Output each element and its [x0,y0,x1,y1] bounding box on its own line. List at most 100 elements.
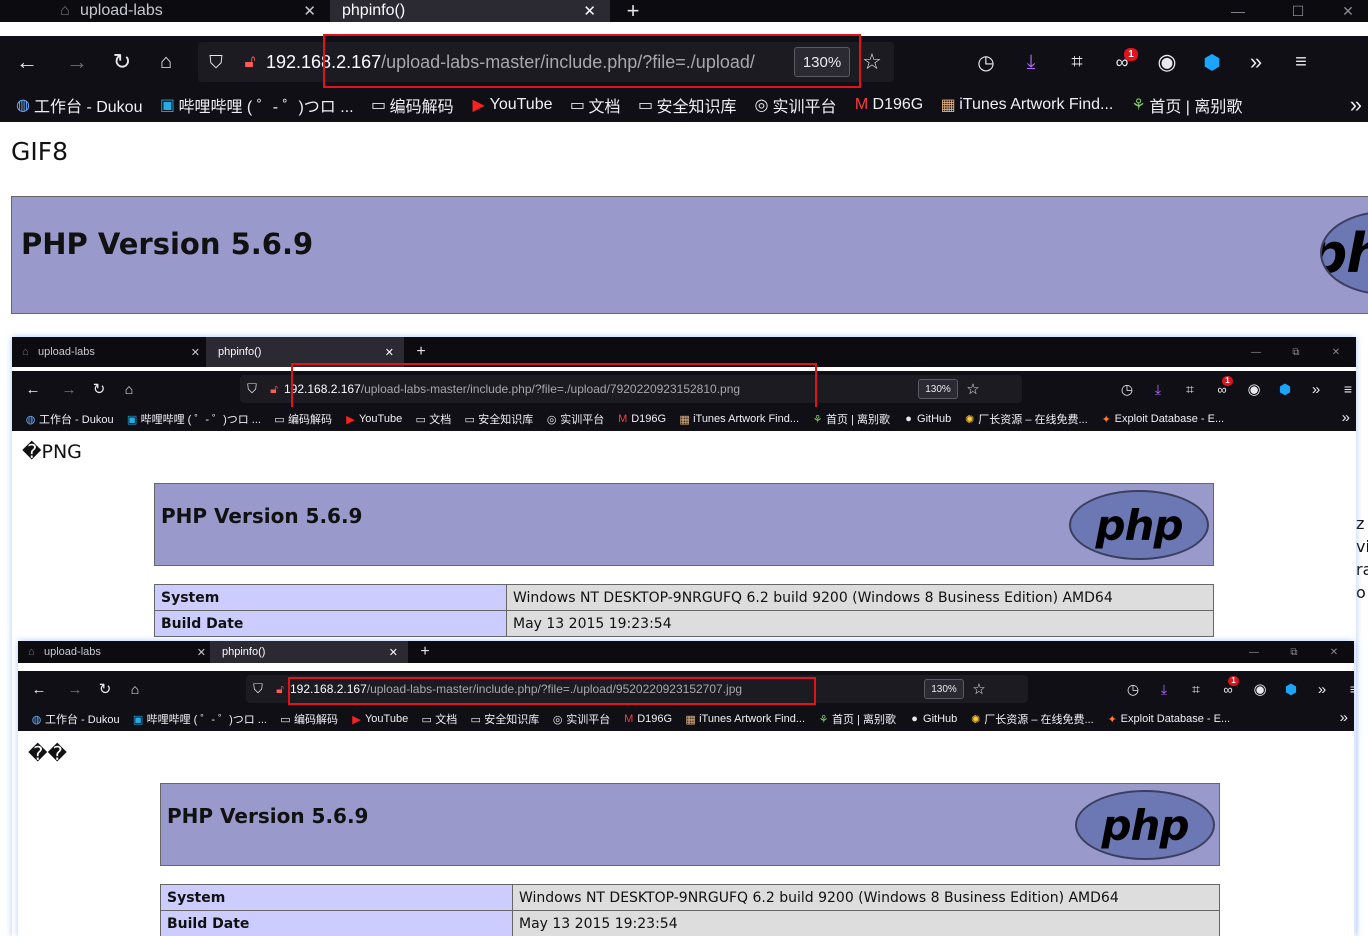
overflow-chevron-icon[interactable]: » [1306,681,1338,698]
crop-icon[interactable]: ⌗ [1180,681,1212,698]
new-tab-button[interactable]: + [610,0,656,23]
close-window-button[interactable]: ✕ [1316,337,1356,367]
back-icon[interactable]: ← [18,681,60,698]
extension-icon[interactable]: ∞ 1 [1206,375,1238,397]
reload-icon[interactable]: ↻ [100,49,144,75]
bookmark-item[interactable]: ▦ iTunes Artwork Find... [682,713,805,726]
new-tab-button[interactable]: + [408,641,442,663]
maximize-button[interactable]: ⧉ [1276,337,1316,367]
bookmark-item[interactable]: ▦ iTunes Artwork Find... [937,95,1114,115]
home-icon[interactable]: ⌂ [114,381,144,397]
bookmark-item[interactable]: ✦ Exploit Database - E... [1098,413,1225,426]
bookmark-item[interactable]: ✺ 厂长资源 – 在线免费... [967,711,1094,727]
bookmark-star-icon[interactable]: ☆ [964,680,994,698]
insecure-lock-icon[interactable]: 🔓︎ [264,382,284,397]
crop-icon[interactable]: ⌗ [1174,381,1206,398]
bookmark-item[interactable]: ▭ 文档 [566,93,621,117]
crop-icon[interactable]: ⌗ [1054,51,1100,74]
home-icon[interactable]: ⌂ [120,681,150,697]
bookmark-item[interactable]: ▣ 哔哩哔哩 ( ゜- ゜)つロ ... [156,93,354,117]
tab-upload-labs[interactable]: ⌂ upload-labs ✕ [12,337,206,367]
extension-icon[interactable]: ∞ 1 [1212,675,1244,697]
tab-close-icon[interactable]: ✕ [303,2,316,20]
bookmark-item[interactable]: ⚘ 首页 | 离别歌 [815,711,896,727]
bookmark-item[interactable]: ✺ 厂长资源 – 在线免费... [961,411,1088,427]
bookmark-item[interactable]: M D196G [614,413,666,425]
tab-close-icon[interactable]: ✕ [197,646,206,659]
bookmark-item[interactable]: ▭ 文档 [412,411,452,427]
download-icon[interactable]: ⤓ [1008,51,1054,74]
hex-extension-icon[interactable]: ⬢ [1190,50,1234,75]
back-icon[interactable]: ← [12,381,54,398]
overflow-chevron-icon[interactable]: » [1300,381,1332,398]
bookmark-item[interactable]: ⚘ 首页 | 离别歌 [809,411,890,427]
maximize-button[interactable]: ⧉ [1274,641,1314,663]
bookmark-item[interactable]: ▣ 哔哩哔哩 ( ゜- ゜)つロ ... [124,411,261,427]
forward-icon[interactable]: → [54,49,100,75]
bookmark-item[interactable]: ▣ 哔哩哔哩 ( ゜- ゜)つロ ... [130,711,267,727]
minimize-button[interactable]: — [1236,337,1276,367]
bookmark-item[interactable]: ▦ iTunes Artwork Find... [676,413,799,426]
bookmark-item[interactable]: ▭ 编码解码 [368,93,454,117]
forward-icon[interactable]: → [54,381,84,398]
bookmarks-overflow-icon[interactable]: » [1342,409,1350,426]
shield-icon[interactable]: ⛉ [198,52,234,73]
tab-phpinfo[interactable]: phpinfo() ✕ [210,641,408,663]
tab-upload-labs[interactable]: ⌂ upload-labs ✕ [18,641,210,663]
home-icon[interactable]: ⌂ [144,51,188,74]
hex-extension-icon[interactable]: ⬢ [1276,681,1306,698]
menu-icon[interactable]: ≡ [1278,51,1324,74]
bookmark-item[interactable]: ▭ 安全知识库 [467,711,540,727]
bookmark-item[interactable]: ● GitHub [906,713,957,725]
bookmarks-overflow-icon[interactable]: » [1350,92,1362,118]
minimize-button[interactable]: — [1208,0,1268,22]
tab-close-icon[interactable]: ✕ [583,2,596,20]
menu-icon[interactable]: ≡ [1338,681,1354,697]
hex-extension-icon[interactable]: ⬢ [1270,381,1300,398]
tab-upload-labs[interactable]: ⌂ upload-labs ✕ [0,0,330,22]
menu-icon[interactable]: ≡ [1332,381,1356,397]
history-icon[interactable]: ◷ [1118,681,1148,698]
bookmark-item[interactable]: ▶ YouTube [348,713,408,726]
bookmark-item[interactable]: ◍ 工作台 - Dukou [12,93,142,117]
bookmark-item[interactable]: ▭ 安全知识库 [635,93,737,117]
tab-close-icon[interactable]: ✕ [385,346,394,359]
maximize-button[interactable]: ☐ [1268,0,1328,22]
bookmark-item[interactable]: ✦ Exploit Database - E... [1104,713,1231,726]
bookmark-item[interactable]: ● GitHub [900,413,951,425]
history-icon[interactable]: ◷ [964,50,1008,75]
bookmark-item[interactable]: ⚘ 首页 | 离别歌 [1127,93,1242,117]
record-icon[interactable]: ◉ [1144,49,1190,75]
bookmark-star-icon[interactable]: ☆ [958,380,988,398]
insecure-lock-icon[interactable]: 🔓︎ [234,52,266,72]
zoom-level[interactable]: 130% [918,379,958,399]
bookmark-item[interactable]: ▭ 编码解码 [271,411,332,427]
bookmark-item[interactable]: ◎ 实训平台 [751,93,837,117]
tab-close-icon[interactable]: ✕ [191,346,200,359]
record-icon[interactable]: ◉ [1244,680,1276,698]
reload-icon[interactable]: ↻ [90,680,120,698]
bookmark-item[interactable]: M D196G [851,96,923,114]
tab-close-icon[interactable]: ✕ [389,646,398,659]
close-window-button[interactable]: ✕ [1328,0,1368,22]
extension-icon[interactable]: ∞ 1 [1100,47,1144,73]
shield-icon[interactable]: ⛉ [246,681,270,697]
history-icon[interactable]: ◷ [1112,381,1142,398]
minimize-button[interactable]: — [1234,641,1274,663]
bookmark-item[interactable]: ◎ 实训平台 [549,711,610,727]
record-icon[interactable]: ◉ [1238,380,1270,398]
close-window-button[interactable]: ✕ [1314,641,1354,663]
bookmark-item[interactable]: ◍ 工作台 - Dukou [22,411,114,427]
download-icon[interactable]: ⤓ [1148,681,1180,698]
bookmark-item[interactable]: ▶ YouTube [468,95,552,115]
overflow-chevron-icon[interactable]: » [1234,49,1278,75]
back-icon[interactable]: ← [0,49,54,75]
zoom-level[interactable]: 130% [924,679,964,699]
bookmark-item[interactable]: ◍ 工作台 - Dukou [28,711,120,727]
bookmarks-overflow-icon[interactable]: » [1340,709,1348,726]
bookmark-item[interactable]: ▭ 安全知识库 [461,411,534,427]
bookmark-item[interactable]: ◎ 实训平台 [543,411,604,427]
insecure-lock-icon[interactable]: 🔓︎ [270,682,290,697]
bookmark-item[interactable]: ▶ YouTube [342,413,402,426]
download-icon[interactable]: ⤓ [1142,381,1174,398]
